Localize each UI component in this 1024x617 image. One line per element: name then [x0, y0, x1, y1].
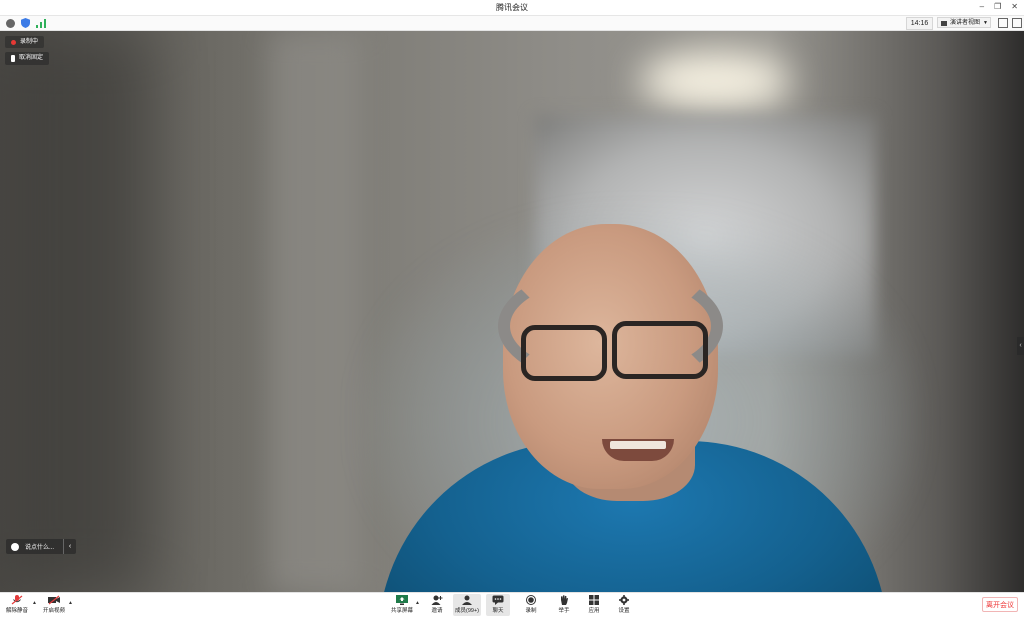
camera-off-icon — [48, 595, 60, 605]
unpin-label: 取消固定 — [19, 55, 44, 61]
background-door — [270, 31, 360, 592]
share-screen-icon — [396, 595, 408, 605]
microphone-muted-icon — [11, 595, 23, 605]
record-icon — [526, 595, 536, 605]
chevron-down-icon: ▼ — [983, 20, 988, 26]
members-button[interactable]: 成员(99+) — [453, 594, 481, 616]
meeting-info-bar: 14:16 演讲者视图 ▼ — [0, 16, 1024, 31]
chat-button[interactable]: 聊天 — [486, 594, 510, 616]
minimize-icon[interactable]: – — [980, 2, 984, 11]
collapse-handle-icon[interactable]: ‹ — [1017, 337, 1024, 355]
apps-grid-icon — [589, 595, 599, 605]
leave-meeting-button[interactable]: 离开会议 — [982, 597, 1018, 612]
invite-icon — [431, 595, 443, 605]
info-icons — [6, 18, 46, 28]
record-label: 录制 — [525, 608, 537, 614]
background-shadow — [0, 31, 150, 592]
invite-button[interactable]: 邀请 — [427, 594, 447, 616]
participant-teeth — [610, 441, 666, 449]
record-button[interactable]: 录制 — [521, 594, 541, 616]
apps-label: 应用 — [588, 608, 600, 614]
unmute-label: 解除静音 — [5, 608, 28, 614]
emoji-icon[interactable] — [11, 542, 19, 551]
quick-chat-input[interactable]: 说点什么... ‹ — [6, 539, 76, 554]
invite-label: 邀请 — [431, 608, 443, 614]
start-video-label: 开启视频 — [42, 608, 65, 614]
recording-dot-icon — [11, 39, 16, 45]
fullscreen-icon[interactable] — [998, 18, 1008, 28]
speaker-view-icon — [941, 21, 947, 26]
view-mode-dropdown[interactable]: 演讲者视图 ▼ — [937, 17, 991, 28]
recording-badge[interactable]: 录制中 — [5, 36, 45, 48]
gear-icon — [619, 595, 629, 605]
title-bar: 腾讯会议 – ❐ ✕ — [0, 0, 1024, 16]
restore-icon[interactable]: ❐ — [994, 2, 1001, 11]
audio-options-chevron-icon[interactable]: ▲ — [32, 600, 37, 606]
video-options-chevron-icon[interactable]: ▲ — [68, 600, 73, 606]
recording-label: 录制中 — [20, 39, 39, 45]
apps-button[interactable]: 应用 — [584, 594, 604, 616]
members-label: 成员(99+) — [455, 608, 479, 614]
window-title: 腾讯会议 — [496, 3, 528, 12]
raise-hand-button[interactable]: 举手 — [554, 594, 574, 616]
shield-icon[interactable] — [21, 18, 30, 28]
share-screen-label: 共享屏幕 — [390, 608, 413, 614]
background-lamp — [640, 51, 790, 111]
glasses-right-lens — [612, 321, 708, 379]
start-video-button[interactable]: 开启视频 — [40, 594, 68, 616]
chat-icon — [492, 595, 504, 605]
raise-hand-label: 举手 — [558, 608, 570, 614]
close-icon[interactable]: ✕ — [1011, 2, 1018, 11]
quick-chat-placeholder: 说点什么... — [25, 545, 55, 551]
meeting-timer: 14:16 — [906, 17, 933, 30]
glasses-left-lens — [521, 325, 607, 381]
chat-label: 聊天 — [492, 608, 504, 614]
share-options-chevron-icon[interactable]: ▲ — [415, 600, 420, 606]
signal-icon[interactable] — [36, 18, 46, 28]
chevron-left-icon[interactable]: ‹ — [63, 539, 76, 554]
view-mode-label: 演讲者视图 — [950, 20, 981, 26]
unmute-button[interactable]: 解除静音 — [4, 594, 30, 616]
pin-icon — [11, 55, 15, 62]
unpin-button[interactable]: 取消固定 — [5, 52, 50, 65]
video-stage: ‹ — [0, 31, 1024, 592]
share-screen-button[interactable]: 共享屏幕 — [389, 594, 415, 616]
settings-label: 设置 — [618, 608, 630, 614]
info-icon[interactable] — [6, 18, 15, 28]
meeting-toolbar: 解除静音 ▲ 开启视频 ▲ 共享屏幕 ▲ 邀请 成员(99+) 聊天 录制 举手… — [0, 592, 1024, 617]
members-icon — [462, 595, 472, 605]
window-controls: – ❐ ✕ — [980, 2, 1018, 11]
settings-button[interactable]: 设置 — [614, 594, 634, 616]
sidebar-toggle-icon[interactable] — [1012, 18, 1022, 28]
hand-icon — [561, 595, 568, 605]
